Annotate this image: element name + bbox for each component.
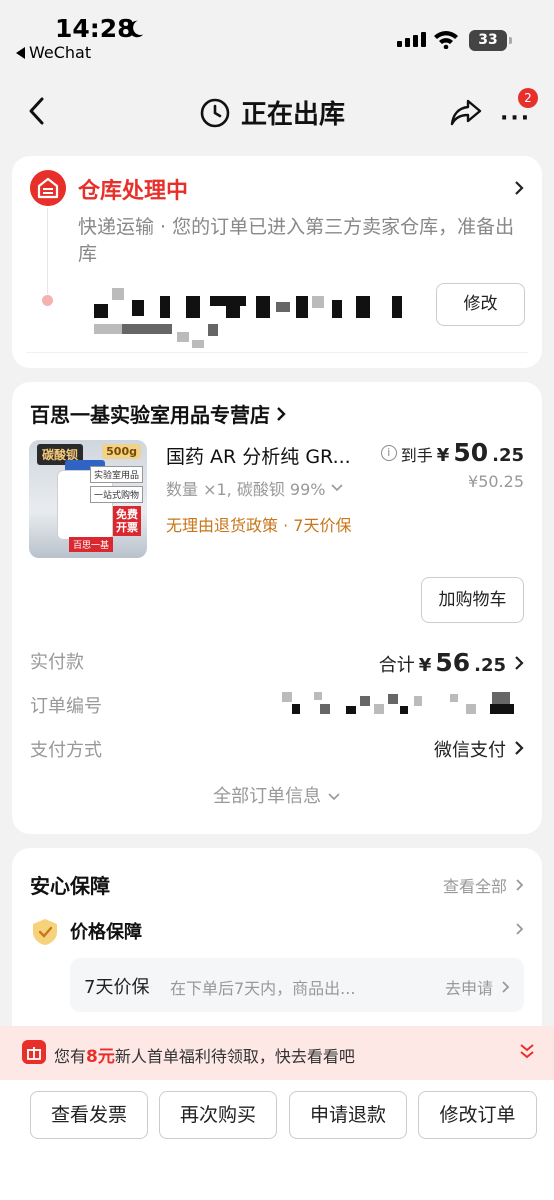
payment-method: 微信支付 (434, 740, 506, 761)
price-label: 到手 (400, 446, 433, 465)
product-image[interactable]: 碳酸钡 500g 实验室用品 一站式购物 免费开票 百思一基 (29, 440, 147, 558)
product-spec-text: 数量 ×1, 碳酸钡 99% (166, 480, 326, 499)
payment-label: 支付方式 (30, 740, 102, 761)
modify-address-button[interactable]: 修改 (436, 283, 525, 326)
view-invoice-button[interactable]: 查看发票 (30, 1091, 148, 1139)
battery-icon: 33 (469, 30, 512, 51)
chevron-down-icon (330, 484, 343, 492)
divider (26, 352, 528, 353)
logistics-description: 快递运输 · 您的订单已进入第三方卖家仓库，准备出库 (78, 216, 515, 265)
back-to-app[interactable]: WeChat (16, 43, 91, 62)
promo-text: 您有8元新人首单福利待领取，快去看看吧 (54, 1042, 355, 1067)
info-icon[interactable]: i (380, 444, 397, 461)
more-icon[interactable]: ··· (500, 106, 531, 131)
promo-post: 新人首单福利待领取，快去看看吧 (114, 1047, 355, 1066)
buy-again-button[interactable]: 再次购买 (159, 1091, 277, 1139)
promo-pre: 您有 (54, 1047, 87, 1066)
price-decimal: .25 (492, 445, 524, 466)
chevron-right-icon (515, 181, 524, 195)
chevron-right-icon (516, 923, 524, 935)
product-image-tag: 一站式购物 (89, 486, 143, 503)
paid-currency: ¥ (418, 655, 432, 676)
logistics-card[interactable]: 仓库处理中 快递运输 · 您的订单已进入第三方卖家仓库，准备出库 修改 (12, 156, 542, 368)
status-time: 14:28 (55, 14, 135, 43)
back-arrow-icon[interactable] (24, 94, 52, 128)
logistics-status-title: 仓库处理中 (78, 179, 189, 204)
timeline-dot (42, 295, 53, 306)
price-guarantee-item[interactable]: 价格保障 (70, 918, 142, 944)
product-image-brand: 百思一基 (69, 537, 114, 552)
shop-link[interactable]: 百思一基实验室用品专营店 (30, 399, 286, 428)
double-chevron-down-icon[interactable] (518, 1042, 536, 1060)
back-triangle-icon (16, 46, 25, 59)
product-policy: 无理由退货政策 · 7天价保 (166, 516, 352, 535)
guarantee-card: 安心保障 查看全部 价格保障 7天价保 在下单后7天内，商品出... 去申请 (12, 848, 542, 1048)
moon-icon (128, 20, 144, 38)
price-integer: 50 (453, 438, 489, 467)
paid-row[interactable]: 实付款 合计 ¥56.25 (30, 648, 524, 678)
all-order-info-label: 全部订单信息 (213, 786, 322, 807)
order-card: 百思一基实验室用品专营店 碳酸钡 500g 实验室用品 一站式购物 免费开票 百… (12, 382, 542, 834)
price-protect-desc: 在下单后7天内，商品出... (170, 979, 356, 998)
paid-label: 实付款 (30, 652, 84, 673)
product-image-tag: 实验室用品 (89, 466, 143, 483)
shop-name: 百思一基实验室用品专营店 (30, 403, 270, 427)
page-title-text: 正在出库 (241, 100, 346, 130)
share-icon[interactable] (449, 96, 483, 128)
payment-row[interactable]: 支付方式 微信支付 (30, 736, 524, 766)
paid-integer: 56 (435, 648, 471, 677)
price-currency: ¥ (436, 445, 450, 466)
warehouse-icon (30, 170, 66, 206)
price-protect-name: 7天价保 (84, 977, 150, 998)
price-protect-apply[interactable]: 去申请 (445, 975, 510, 999)
gift-icon (22, 1040, 46, 1064)
wifi-icon (434, 31, 458, 49)
chevron-down-icon (328, 793, 340, 801)
chevron-right-icon (502, 981, 510, 993)
add-to-cart-button[interactable]: 加购物车 (421, 577, 524, 623)
nav-bar: 正在出库 ··· 2 (0, 82, 554, 142)
chevron-right-icon (515, 656, 524, 670)
guarantee-view-all[interactable]: 查看全部 (443, 873, 524, 897)
all-order-info-toggle[interactable]: 全部订单信息 (12, 782, 542, 808)
order-number-row: 订单编号 (30, 692, 524, 722)
product-title[interactable]: 国药 AR 分析纯 GR... (166, 442, 351, 469)
product-image-weight: 500g (102, 444, 141, 459)
product-spec[interactable]: 数量 ×1, 碳酸钡 99% (166, 476, 344, 500)
request-refund-button[interactable]: 申请退款 (289, 1091, 407, 1139)
bottom-action-bar: 查看发票 再次购买 申请退款 修改订单 (0, 1080, 554, 1200)
payment-value: 微信支付 (434, 736, 524, 762)
back-app-label: WeChat (29, 43, 92, 62)
chevron-right-icon (277, 406, 286, 421)
chevron-right-icon (515, 741, 524, 755)
product-price: i 到手 ¥50.25 (380, 438, 524, 467)
paid-decimal: .25 (474, 655, 506, 676)
timeline-line (47, 208, 48, 294)
status-bar: 14:28 WeChat 33 (0, 0, 554, 70)
shield-icon (33, 919, 57, 945)
promo-banner[interactable]: 您有8元新人首单福利待领取，快去看看吧 (0, 1026, 554, 1080)
clock-icon (200, 98, 230, 127)
apply-label: 去申请 (444, 979, 493, 998)
view-all-label: 查看全部 (442, 877, 507, 896)
order-number-label: 订单编号 (30, 696, 102, 717)
page-title: 正在出库 (199, 94, 345, 131)
signal-icon (397, 32, 426, 47)
paid-value: 合计 ¥56.25 (379, 648, 524, 677)
guarantee-title: 安心保障 (30, 874, 110, 898)
original-price: ¥50.25 (468, 472, 524, 491)
paid-prefix: 合计 (378, 655, 415, 676)
notification-badge: 2 (518, 88, 538, 108)
modify-order-button[interactable]: 修改订单 (418, 1091, 537, 1139)
promo-amount: 8元 (86, 1047, 115, 1067)
chevron-right-icon (516, 879, 524, 891)
product-image-free-invoice: 免费开票 (113, 506, 141, 536)
price-protect-entry[interactable]: 7天价保 在下单后7天内，商品出... 去申请 (70, 958, 524, 1012)
